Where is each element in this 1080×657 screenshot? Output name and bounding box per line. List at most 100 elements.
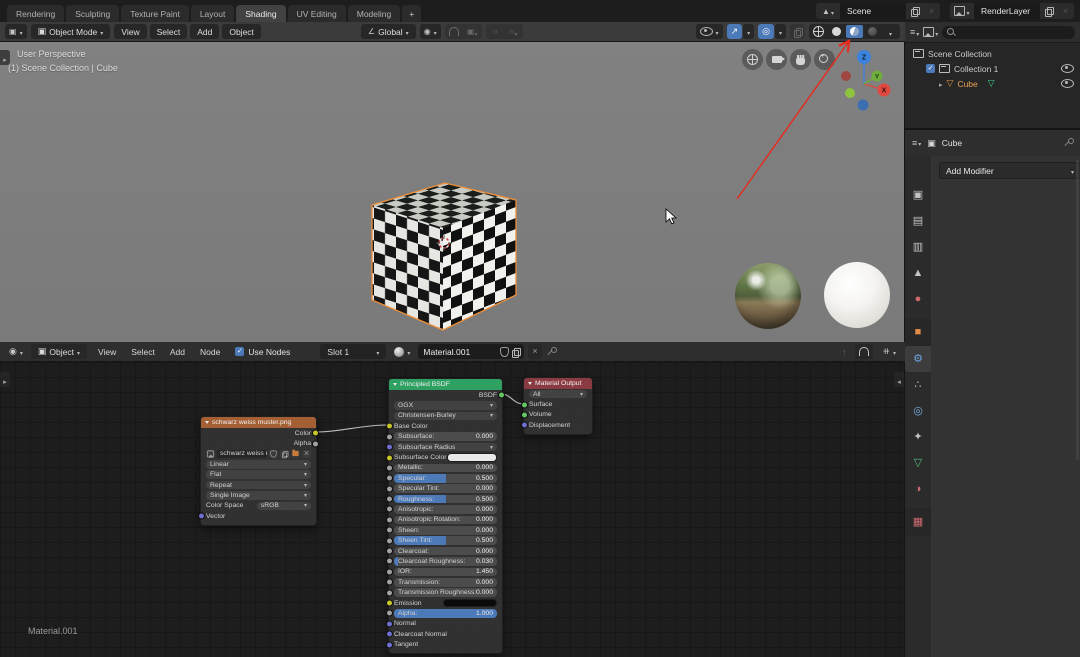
properties-tab-constraints[interactable]: ✦ <box>905 424 931 450</box>
new-material-icon[interactable] <box>512 348 519 356</box>
workspace-tab-rendering[interactable]: Rendering <box>7 5 64 22</box>
input-socket[interactable] <box>386 516 393 523</box>
image-name-field[interactable]: schwarz weiss m... <box>217 450 267 459</box>
workspace-tab-texture-paint[interactable]: Texture Paint <box>121 5 189 22</box>
hide-in-viewport-toggle[interactable] <box>1061 79 1074 88</box>
properties-tab-render[interactable]: ▣ <box>905 182 931 208</box>
output-socket[interactable] <box>312 440 319 447</box>
new-render-layer-button[interactable] <box>1040 3 1057 19</box>
collapse-icon[interactable] <box>528 382 532 385</box>
node-header[interactable]: Material Output <box>524 378 592 389</box>
collapse-icon[interactable] <box>205 421 209 424</box>
input-socket[interactable] <box>521 401 528 408</box>
camera-view-button[interactable] <box>766 49 787 70</box>
render-layer-browse-button[interactable] <box>950 3 974 19</box>
falloff-dropdown[interactable]: ∩ <box>505 25 522 38</box>
properties-tab-texture[interactable]: ▦ <box>905 508 931 536</box>
input-socket[interactable] <box>386 444 393 451</box>
properties-tab-object[interactable]: ■ <box>905 318 931 346</box>
editor-type-button[interactable]: ▣ <box>5 24 27 39</box>
overlays-dropdown[interactable] <box>775 24 786 39</box>
pivot-point-dropdown[interactable]: ◉ <box>420 24 441 39</box>
input-socket[interactable] <box>521 422 528 429</box>
material-name-field[interactable]: Material.001 <box>418 344 524 359</box>
scene-browse-button[interactable]: ▲ <box>816 3 840 19</box>
use-nodes-checkbox[interactable]: Use Nodes <box>235 347 290 357</box>
input-socket[interactable] <box>386 464 393 471</box>
material-output-node[interactable]: Material Output All SurfaceVolumeDisplac… <box>523 377 593 435</box>
shader-type-dropdown[interactable]: ▣Object <box>31 344 87 359</box>
param-slider[interactable]: Sheen:0.000 <box>394 526 497 535</box>
render-layer-name-field[interactable]: RenderLayer <box>974 3 1040 19</box>
param-slider[interactable]: Anisotropic Rotation:0.000 <box>394 516 497 525</box>
dropdown[interactable]: Repeat <box>206 481 311 490</box>
principled-bsdf-node[interactable]: Principled BSDF BSDF GGX Christensen-Bur… <box>388 378 503 654</box>
shader-editor[interactable]: schwarz weiss muster.png Color Alpha sch… <box>0 362 905 657</box>
outliner-row-scene-collection[interactable]: Scene Collection <box>905 46 1080 61</box>
color-swatch[interactable] <box>443 599 497 607</box>
viewport-menu-select[interactable]: Select <box>150 24 188 39</box>
workspace-tab-layout[interactable]: Layout <box>191 5 235 22</box>
properties-tab-output[interactable]: ▤ <box>905 208 931 234</box>
input-socket[interactable] <box>386 610 393 617</box>
input-socket[interactable] <box>386 537 393 544</box>
properties-editor-type-button[interactable]: ≡ <box>912 138 921 148</box>
solid-shading-button[interactable] <box>828 25 845 38</box>
properties-tab-view-layer[interactable]: ▥ <box>905 234 931 260</box>
workspace-tab-modeling[interactable]: Modeling <box>348 5 401 22</box>
node-header[interactable]: Principled BSDF <box>389 379 502 390</box>
open-image-button[interactable] <box>291 450 300 458</box>
target-dropdown[interactable]: All <box>529 390 587 399</box>
cube-object[interactable] <box>372 183 516 330</box>
input-socket[interactable] <box>386 641 393 648</box>
shader-menu-add[interactable]: Add <box>167 347 188 357</box>
outliner-row-collection-1[interactable]: Collection 1 <box>905 61 1080 76</box>
input-socket[interactable] <box>386 589 393 596</box>
zoom-view-button[interactable] <box>814 49 835 70</box>
input-socket[interactable] <box>386 568 393 575</box>
snap-toggle[interactable] <box>446 25 463 38</box>
collapse-icon[interactable] <box>393 383 397 386</box>
node-header[interactable]: schwarz weiss muster.png <box>201 417 316 428</box>
material-slot-dropdown[interactable]: Slot 1 <box>320 344 386 359</box>
shader-editor-type-button[interactable]: ◉ <box>5 344 27 359</box>
image-texture-node[interactable]: schwarz weiss muster.png Color Alpha sch… <box>200 416 317 526</box>
remove-render-layer-button[interactable] <box>1057 3 1074 19</box>
input-socket[interactable] <box>386 506 393 513</box>
properties-tab-object-data[interactable]: ▽ <box>905 450 931 476</box>
properties-tab-scene[interactable]: ▲ <box>905 260 931 286</box>
shader-toolbar-toggle[interactable] <box>0 372 10 387</box>
param-slider[interactable]: Transmission Roughness:0.000 <box>394 588 497 597</box>
pan-view-button[interactable] <box>790 49 811 70</box>
gizmos-dropdown[interactable] <box>743 24 754 39</box>
outliner-editor-type-button[interactable]: ≡ <box>910 23 919 41</box>
browse-material-button[interactable] <box>390 344 414 359</box>
outliner-search-input[interactable] <box>942 26 1075 39</box>
param-slider[interactable]: Anisotropic:0.000 <box>394 505 497 514</box>
properties-tab-material[interactable]: ◑ <box>905 476 931 502</box>
param-slider[interactable]: Subsurface:0.000 <box>394 432 497 441</box>
param-slider[interactable]: Clearcoat Roughness:0.030 <box>394 557 497 566</box>
workspace-tab-uv-editing[interactable]: UV Editing <box>288 5 346 22</box>
properties-tab-world[interactable]: ● <box>905 286 931 312</box>
param-slider[interactable]: Alpha:1.000 <box>394 609 497 618</box>
material-preview-shading-button[interactable] <box>846 25 863 38</box>
viewport-menu-view[interactable]: View <box>114 24 146 39</box>
display-mode-dropdown[interactable] <box>923 23 938 41</box>
properties-tab-particles[interactable]: ∴ <box>905 372 931 398</box>
rendered-shading-button[interactable] <box>864 25 881 38</box>
input-socket[interactable] <box>386 485 393 492</box>
node-snapping-toggle[interactable] <box>855 344 873 359</box>
unlink-scene-button[interactable] <box>923 3 940 19</box>
param-slider[interactable]: Sheen Tint:0.500 <box>394 536 497 545</box>
color-swatch[interactable] <box>447 453 497 461</box>
snap-settings-dropdown[interactable]: ▣ <box>464 25 481 38</box>
viewport-menu-object[interactable]: Object <box>222 24 261 39</box>
perspective-switch-button[interactable] <box>742 49 763 70</box>
hide-in-viewport-toggle[interactable] <box>1061 64 1074 73</box>
input-socket[interactable] <box>198 513 205 520</box>
browse-image-button[interactable] <box>206 450 215 458</box>
param-slider[interactable]: Metallic:0.000 <box>394 464 497 473</box>
color-space-dropdown[interactable]: sRGB <box>257 502 311 511</box>
proportional-edit-toggle[interactable]: ○ <box>487 25 504 38</box>
